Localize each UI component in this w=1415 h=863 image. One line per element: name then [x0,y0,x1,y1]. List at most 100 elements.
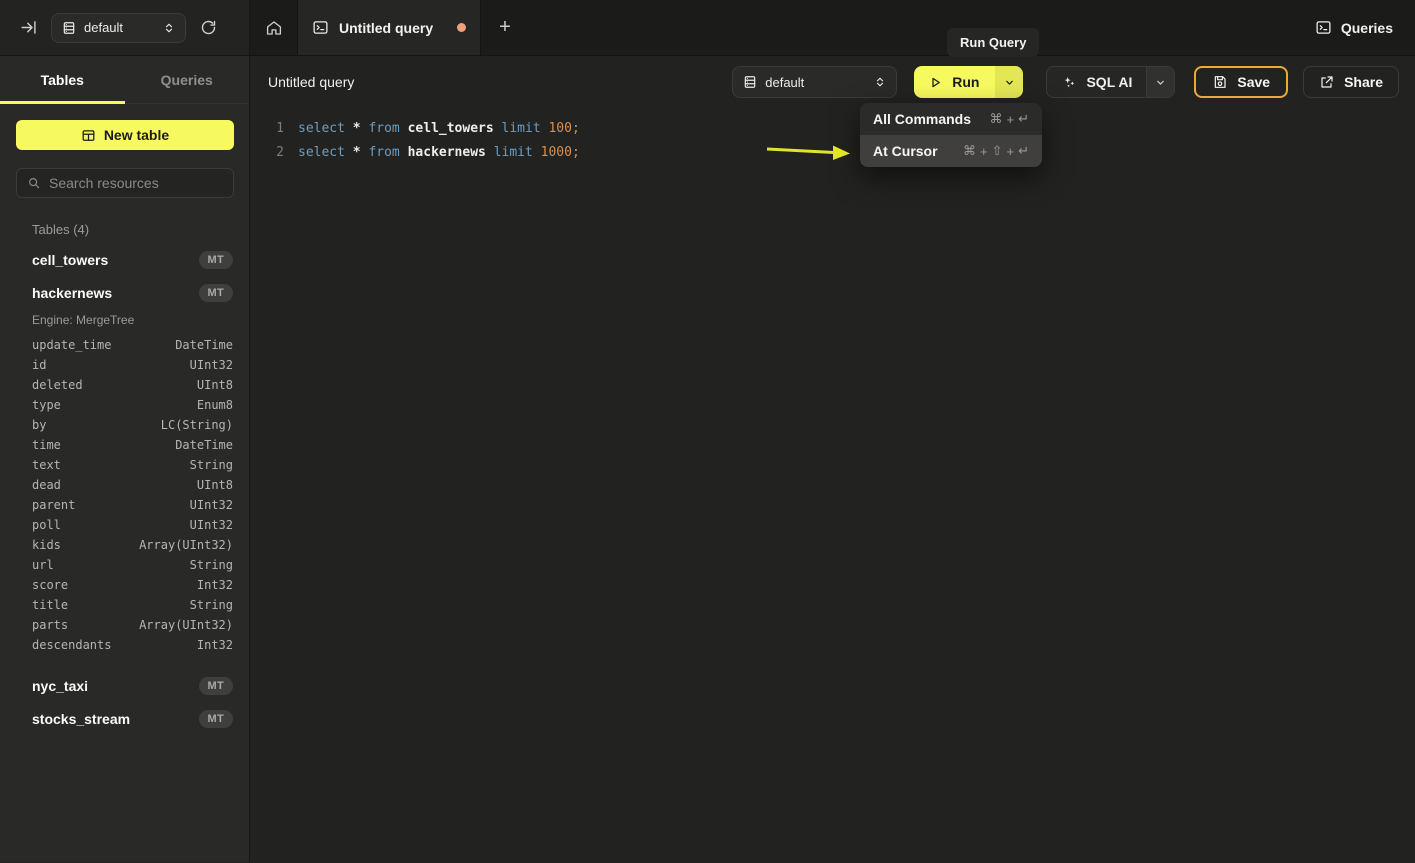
column-row: kids Array(UInt32) [0,535,249,555]
play-icon [928,75,943,90]
refresh-button[interactable] [200,19,217,36]
shortcut-glyph: ↵ [1018,111,1029,127]
menu-item[interactable]: At Cursor⌘+⇧+↵ [860,135,1042,167]
table-row[interactable]: stocks_streamMT [0,702,249,735]
sidebar-tab-tables[interactable]: Tables [0,56,125,103]
column-name: title [32,598,68,612]
database-icon [743,75,757,89]
collapse-sidebar-icon [20,19,37,36]
column-name: deleted [32,378,83,392]
run-options-caret[interactable] [995,66,1023,98]
editor-header-controls: default [732,66,1399,98]
header-database-value: default [765,75,866,90]
table-name: stocks_stream [32,711,199,727]
main-panel: Untitled query default [250,56,1415,862]
menu-item-shortcut: ⌘+⇧+↵ [963,143,1029,159]
tables-section-label: Tables (4) [32,222,233,237]
column-row: descendantsInt32 [0,635,249,655]
shortcut-glyph: ⌘ [990,111,1003,127]
column-name: time [32,438,61,452]
column-row: poll UInt32 [0,515,249,535]
shortcut-glyph: + [980,144,988,159]
table-row[interactable]: cell_towersMT [0,243,249,276]
editor-header: Untitled query default [250,56,1415,108]
queries-button[interactable]: Queries [1293,0,1415,55]
home-button[interactable] [265,19,283,37]
column-type: UInt32 [190,518,233,532]
token-keyword: from [368,145,407,160]
column-row: textString [0,455,249,475]
save-button-label: Save [1237,74,1270,90]
active-tab-underline [0,101,125,104]
column-name: url [32,558,54,572]
column-name: dead [32,478,61,492]
column-name: update_time [32,338,111,352]
query-tab[interactable]: Untitled query [297,0,481,55]
column-row: partsArray(UInt32) [0,615,249,635]
column-type: String [190,458,233,472]
column-name: kids [32,538,61,552]
shortcut-glyph: ⌘ [963,143,976,159]
token-plain: * [353,121,369,136]
column-name: poll [32,518,61,532]
line-number: 1 [258,121,284,136]
sql-ai-button[interactable]: SQL AI [1047,67,1146,97]
collapse-sidebar-button[interactable] [20,19,37,36]
chevron-down-icon [1004,77,1015,88]
sql-ai-split-button: SQL AI [1046,66,1175,98]
column-type: Enum8 [197,398,233,412]
column-name: descendants [32,638,111,652]
run-query-tooltip-text: Run Query [960,35,1026,50]
share-button-label: Share [1344,74,1383,90]
new-table-button-label: New table [104,127,169,143]
new-table-button[interactable]: New table [16,120,234,150]
token-keyword: limit [494,145,541,160]
menu-item[interactable]: All Commands⌘+↵ [860,103,1042,135]
shortcut-glyph: + [1007,112,1015,127]
run-button[interactable]: Run [914,66,995,98]
column-type: Int32 [197,578,233,592]
column-row: urlString [0,555,249,575]
column-row: idUInt32 [0,355,249,375]
engine-label: Engine: MergeTree [0,309,249,335]
share-icon [1319,74,1335,90]
topbar: default [0,0,1415,56]
column-row: update_timeDateTime [0,335,249,355]
topbar-database-select[interactable]: default [51,13,186,43]
save-button[interactable]: Save [1194,66,1288,98]
column-type: Array(UInt32) [139,538,233,552]
table-name: cell_towers [32,252,199,268]
column-row: typeEnum8 [0,395,249,415]
new-tab-button[interactable]: + [481,0,529,55]
column-row: parentUInt32 [0,495,249,515]
table-name: hackernews [32,285,199,301]
menu-item-label: At Cursor [873,143,938,159]
share-button[interactable]: Share [1303,66,1399,98]
chevron-down-icon [1155,77,1166,88]
line-number: 2 [258,145,284,160]
sql-ai-caret[interactable] [1146,67,1174,97]
code-text: select * from hackernews limit 1000; [298,145,580,160]
code-line[interactable]: 1select * from cell_towers limit 100; [250,116,1415,140]
column-type: DateTime [175,438,233,452]
token-keyword: limit [502,121,549,136]
sidebar-tab-queries[interactable]: Queries [125,56,250,103]
shortcut-glyph: + [1007,144,1015,159]
column-row: titleString [0,595,249,615]
sidebar-tabs: Tables Queries [0,56,249,104]
column-row: scoreInt32 [0,575,249,595]
run-options-menu: All Commands⌘+↵At Cursor⌘+⇧+↵ [860,103,1042,167]
table-row[interactable]: hackernewsMT [0,276,249,309]
sidebar-tab-queries-label: Queries [161,72,213,88]
table-row[interactable]: nyc_taxiMT [0,669,249,702]
search-input[interactable] [49,175,223,191]
token-keyword: select [298,145,353,160]
sparkles-icon [1061,74,1077,90]
column-row: deletedUInt8 [0,375,249,395]
column-name: by [32,418,46,432]
header-database-select[interactable]: default [732,66,897,98]
engine-badge: MT [199,251,233,269]
sql-editor[interactable]: 1select * from cell_towers limit 100; 2 se… [250,108,1415,862]
search-icon [27,176,41,190]
column-name: id [32,358,46,372]
